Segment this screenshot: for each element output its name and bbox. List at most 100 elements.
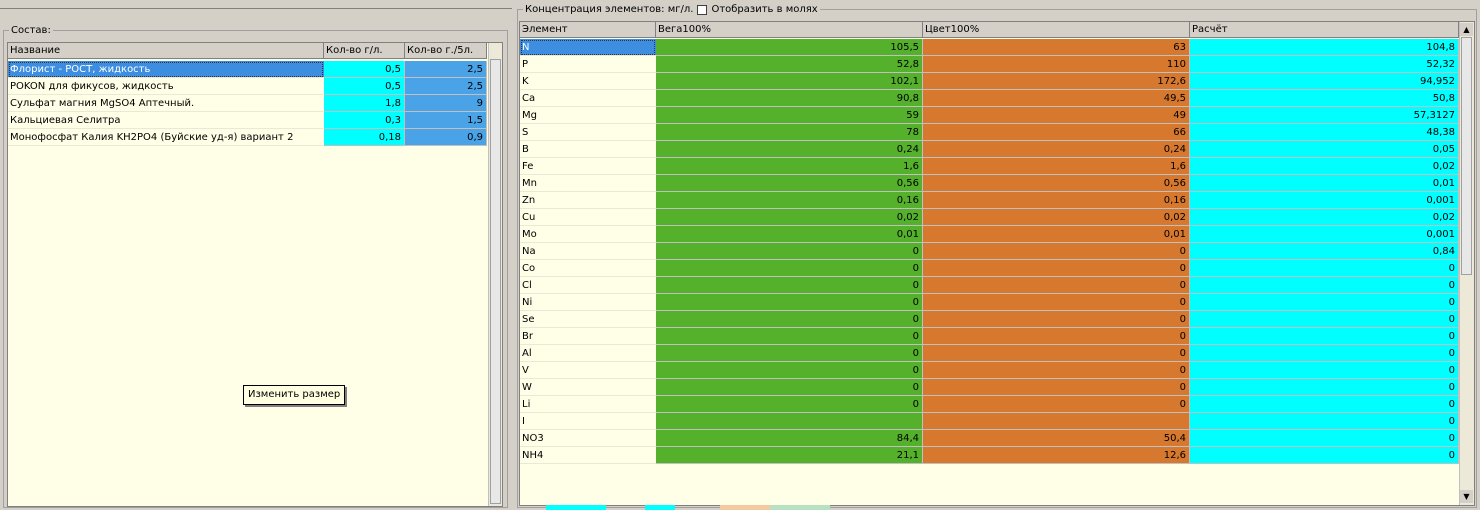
- column-header-vega[interactable]: Вега100%: [656, 22, 923, 38]
- element-cell[interactable]: V: [520, 362, 656, 379]
- calc-value-cell[interactable]: 0,02: [1190, 209, 1459, 226]
- calc-value-cell[interactable]: 0: [1190, 277, 1459, 294]
- vega-value-cell[interactable]: 105,5: [656, 39, 923, 56]
- calc-value-cell[interactable]: 0,001: [1190, 226, 1459, 243]
- tsvet-value-cell[interactable]: 0: [923, 260, 1190, 277]
- composition-row-name[interactable]: Монофосфат Калия KH2PO4 (Буйские уд-я) в…: [8, 129, 324, 146]
- element-cell[interactable]: Zn: [520, 192, 656, 209]
- tsvet-value-cell[interactable]: 50,4: [923, 430, 1190, 447]
- calc-value-cell[interactable]: 0: [1190, 311, 1459, 328]
- composition-row-gpl[interactable]: 1,8: [324, 95, 405, 112]
- vega-value-cell[interactable]: 78: [656, 124, 923, 141]
- element-cell[interactable]: Mo: [520, 226, 656, 243]
- element-cell[interactable]: N: [520, 39, 656, 56]
- calc-value-cell[interactable]: 0,84: [1190, 243, 1459, 260]
- moles-checkbox-label[interactable]: Отобразить в молях: [711, 3, 817, 17]
- tsvet-value-cell[interactable]: 0: [923, 294, 1190, 311]
- element-cell[interactable]: Ca: [520, 90, 656, 107]
- vega-value-cell[interactable]: 0: [656, 379, 923, 396]
- element-cell[interactable]: S: [520, 124, 656, 141]
- tsvet-value-cell[interactable]: 0: [923, 379, 1190, 396]
- element-cell[interactable]: Li: [520, 396, 656, 413]
- composition-row-gpl[interactable]: 0,5: [324, 78, 405, 95]
- tsvet-value-cell[interactable]: 49,5: [923, 90, 1190, 107]
- element-cell[interactable]: Mn: [520, 175, 656, 192]
- vega-value-cell[interactable]: 0: [656, 311, 923, 328]
- tsvet-value-cell[interactable]: 172,6: [923, 73, 1190, 90]
- column-header-calc[interactable]: Расчёт: [1190, 22, 1459, 38]
- tsvet-value-cell[interactable]: 0: [923, 362, 1190, 379]
- element-cell[interactable]: P: [520, 56, 656, 73]
- vega-value-cell[interactable]: [656, 413, 923, 430]
- element-cell[interactable]: NH4: [520, 447, 656, 464]
- column-header-g5l[interactable]: Кол-во г./5л.: [405, 43, 487, 59]
- tsvet-value-cell[interactable]: 0,24: [923, 141, 1190, 158]
- tsvet-value-cell[interactable]: 0: [923, 396, 1190, 413]
- calc-value-cell[interactable]: 0: [1190, 294, 1459, 311]
- vega-value-cell[interactable]: 52,8: [656, 56, 923, 73]
- vega-value-cell[interactable]: 0: [656, 362, 923, 379]
- vega-value-cell[interactable]: 1,6: [656, 158, 923, 175]
- composition-row-name[interactable]: Флорист - РОСТ, жидкость: [8, 61, 324, 78]
- vega-value-cell[interactable]: 0: [656, 345, 923, 362]
- calc-value-cell[interactable]: 104,8: [1190, 39, 1459, 56]
- calc-value-cell[interactable]: 0,02: [1190, 158, 1459, 175]
- column-header-name[interactable]: Название: [8, 43, 324, 59]
- calc-value-cell[interactable]: 0: [1190, 396, 1459, 413]
- vega-value-cell[interactable]: 21,1: [656, 447, 923, 464]
- vega-value-cell[interactable]: 59: [656, 107, 923, 124]
- element-cell[interactable]: Ni: [520, 294, 656, 311]
- composition-row-name[interactable]: Кальциевая Селитра: [8, 112, 324, 129]
- column-header-tsvet[interactable]: Цвет100%: [923, 22, 1190, 38]
- element-cell[interactable]: K: [520, 73, 656, 90]
- element-cell[interactable]: Co: [520, 260, 656, 277]
- element-cell[interactable]: NO3: [520, 430, 656, 447]
- calc-value-cell[interactable]: 0,001: [1190, 192, 1459, 209]
- calc-value-cell[interactable]: 0: [1190, 362, 1459, 379]
- vega-value-cell[interactable]: 0,56: [656, 175, 923, 192]
- scroll-up-icon[interactable]: ▲: [1460, 23, 1473, 36]
- vega-value-cell[interactable]: 0: [656, 243, 923, 260]
- vega-value-cell[interactable]: 0,01: [656, 226, 923, 243]
- calc-value-cell[interactable]: 52,32: [1190, 56, 1459, 73]
- vega-value-cell[interactable]: 84,4: [656, 430, 923, 447]
- concentration-grid[interactable]: Элемент Вега100% Цвет100% Расчёт N 105,5 6…: [519, 21, 1475, 506]
- column-header-gpl[interactable]: Кол-во г/л.: [324, 43, 405, 59]
- vega-value-cell[interactable]: 0: [656, 260, 923, 277]
- tsvet-value-cell[interactable]: [923, 413, 1190, 430]
- concentration-scrollbar[interactable]: ▲ ▼: [1459, 22, 1474, 505]
- element-cell[interactable]: Cu: [520, 209, 656, 226]
- element-cell[interactable]: B: [520, 141, 656, 158]
- calc-value-cell[interactable]: 0: [1190, 413, 1459, 430]
- calc-value-cell[interactable]: 0,05: [1190, 141, 1459, 158]
- scrollbar-thumb[interactable]: [490, 59, 501, 504]
- composition-row-g5l[interactable]: 2,5: [405, 78, 487, 95]
- vega-value-cell[interactable]: 0: [656, 328, 923, 345]
- composition-row-g5l[interactable]: 0,9: [405, 129, 487, 146]
- tsvet-value-cell[interactable]: 0: [923, 243, 1190, 260]
- tsvet-value-cell[interactable]: 0,02: [923, 209, 1190, 226]
- calc-value-cell[interactable]: 57,3127: [1190, 107, 1459, 124]
- calc-value-cell[interactable]: 94,952: [1190, 73, 1459, 90]
- element-cell[interactable]: Al: [520, 345, 656, 362]
- tsvet-value-cell[interactable]: 0: [923, 345, 1190, 362]
- composition-row-gpl[interactable]: 0,3: [324, 112, 405, 129]
- column-header-element[interactable]: Элемент: [520, 22, 656, 38]
- element-cell[interactable]: Fe: [520, 158, 656, 175]
- tsvet-value-cell[interactable]: 0: [923, 277, 1190, 294]
- calc-value-cell[interactable]: 0,01: [1190, 175, 1459, 192]
- calc-value-cell[interactable]: 0: [1190, 345, 1459, 362]
- element-cell[interactable]: Na: [520, 243, 656, 260]
- tsvet-value-cell[interactable]: 1,6: [923, 158, 1190, 175]
- vega-value-cell[interactable]: 0,16: [656, 192, 923, 209]
- composition-row-g5l[interactable]: 2,5: [405, 61, 487, 78]
- composition-grid[interactable]: Название Кол-во г/л. Кол-во г./5л. Флори…: [7, 42, 503, 507]
- tsvet-value-cell[interactable]: 49: [923, 107, 1190, 124]
- composition-row-name[interactable]: POKON для фикусов, жидкость: [8, 78, 324, 95]
- calc-value-cell[interactable]: 0: [1190, 260, 1459, 277]
- calc-value-cell[interactable]: 0: [1190, 430, 1459, 447]
- vega-value-cell[interactable]: 0,24: [656, 141, 923, 158]
- tsvet-value-cell[interactable]: 0: [923, 311, 1190, 328]
- tsvet-value-cell[interactable]: 0,01: [923, 226, 1190, 243]
- tsvet-value-cell[interactable]: 0,56: [923, 175, 1190, 192]
